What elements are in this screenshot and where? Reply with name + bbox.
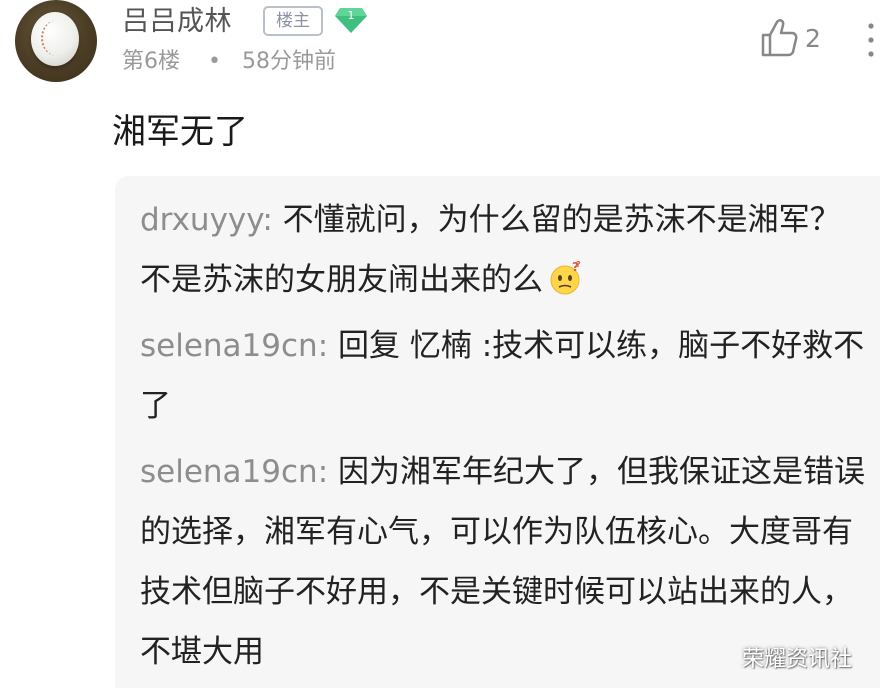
comment-screen: 吕吕成林 楼主 1 第6楼 • 58分钟前 2 湘军无了 drxuyyy: 不懂… <box>0 0 880 688</box>
thinking-face-icon: ? ? <box>550 260 581 295</box>
level-number: 1 <box>348 9 355 22</box>
op-badge: 楼主 <box>263 6 323 36</box>
meta-separator: • <box>208 49 221 74</box>
reply-author[interactable]: drxuyyy: <box>140 202 273 238</box>
username[interactable]: 吕吕成林 <box>122 2 232 42</box>
thumbs-up-icon[interactable] <box>760 18 798 58</box>
like-count[interactable]: 2 <box>805 20 821 58</box>
post-time: 58分钟前 <box>242 49 336 74</box>
avatar[interactable] <box>15 0 97 82</box>
more-options-icon[interactable] <box>864 18 878 62</box>
comment-text: 湘军无了 <box>112 112 248 152</box>
reply-author[interactable]: selena19cn: <box>140 454 328 490</box>
reply-item[interactable]: selena19cn: 回复 忆楠 :技术可以练，脑子不好救不了 <box>140 316 870 436</box>
reply-author[interactable]: selena19cn: <box>140 328 328 364</box>
reply-item[interactable]: drxuyyy: 不懂就问，为什么留的是苏沫不是湘军？不是苏沫的女朋友闹出来的么… <box>140 190 870 310</box>
svg-text:?: ? <box>576 260 581 269</box>
level-badge-icon: 1 <box>335 8 367 33</box>
watermark: 荣耀资讯社 <box>742 647 853 672</box>
floor-number: 第6楼 <box>122 49 180 74</box>
